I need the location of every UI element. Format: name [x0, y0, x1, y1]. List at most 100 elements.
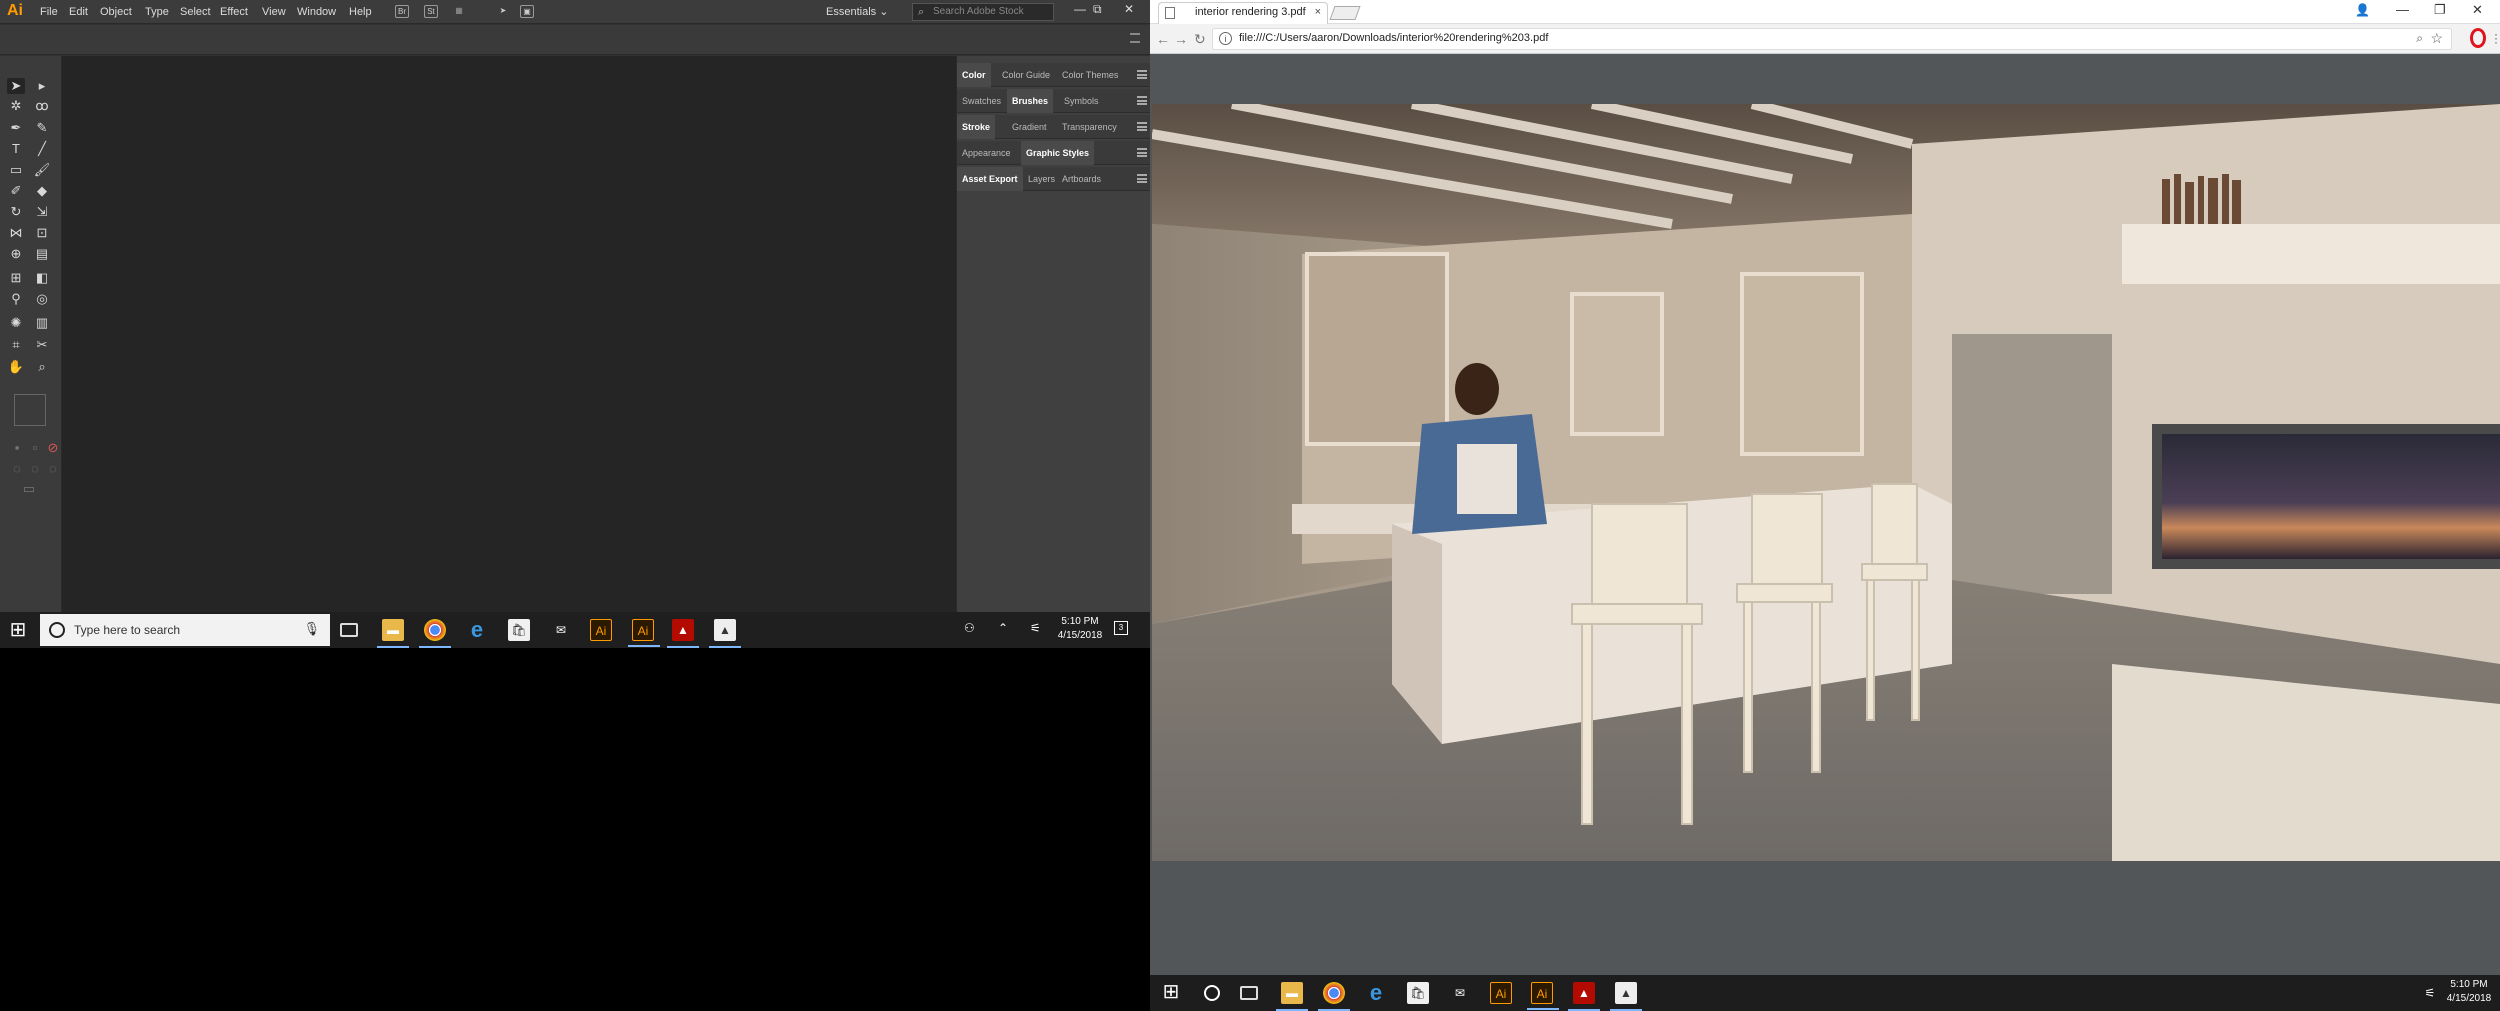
shape-builder-tool-icon[interactable]: ⊕ — [7, 246, 25, 262]
store-icon[interactable]: 🛍 — [1407, 982, 1429, 1004]
illustrator-icon[interactable]: Ai — [628, 619, 660, 647]
panel-menu-icon[interactable] — [1137, 70, 1147, 79]
panel-menu-icon[interactable] — [1137, 148, 1147, 157]
notifications-icon[interactable]: 3 — [1114, 621, 1128, 635]
mail-icon[interactable]: ✉ — [1449, 982, 1471, 1004]
system-clock[interactable]: 5:10 PM 4/15/2018 — [1050, 615, 1110, 643]
artboard-tool-icon[interactable]: ⌗ — [7, 337, 25, 353]
tab-graphic-styles[interactable]: Graphic Styles — [1021, 141, 1095, 165]
tab-color-guide[interactable]: Color Guide — [997, 63, 1055, 87]
selection-tool-icon[interactable]: ➤ — [7, 78, 25, 94]
tab-gradient[interactable]: Gradient — [1007, 115, 1052, 139]
acrobat-icon[interactable]: ▲ — [667, 619, 699, 648]
chrome-icon[interactable] — [419, 619, 451, 648]
shaper-tool-icon[interactable]: ✐ — [7, 183, 25, 199]
panel-menu-icon[interactable] — [1137, 174, 1147, 183]
opera-extension-icon[interactable] — [2470, 28, 2486, 48]
file-explorer-icon[interactable]: ▬ — [1276, 982, 1308, 1011]
menu-object[interactable]: Object — [100, 6, 132, 18]
network-icon[interactable]: ⚟ — [1030, 621, 1041, 635]
illustrator-icon[interactable]: Ai — [590, 619, 612, 641]
store-icon[interactable]: 🛍 — [508, 619, 530, 641]
gradient-tool-icon[interactable]: ◧ — [33, 270, 51, 286]
minimize-button[interactable]: — — [1074, 2, 1086, 16]
menu-window[interactable]: Window — [297, 6, 336, 18]
eraser-tool-icon[interactable]: ◆ — [33, 183, 51, 199]
task-view-icon[interactable] — [1240, 986, 1258, 1000]
more-menu-icon[interactable]: · · · — [2494, 28, 2498, 48]
layout-icon[interactable]: ▣ — [520, 5, 534, 18]
close-tab-icon[interactable]: × — [1315, 6, 1321, 18]
line-tool-icon[interactable]: ╱ — [33, 141, 51, 157]
windows-start-icon[interactable]: ⊞ — [6, 618, 30, 642]
people-icon[interactable]: ⚇ — [964, 621, 975, 635]
artboard-canvas[interactable] — [62, 56, 956, 612]
chevron-up-icon[interactable]: ⌃ — [998, 621, 1008, 635]
adobe-stock-search[interactable]: ⌕ Search Adobe Stock — [912, 3, 1054, 21]
address-bar[interactable]: i file:///C:/Users/aaron/Downloads/inter… — [1212, 28, 2452, 50]
microphone-icon[interactable]: 🎙 — [303, 621, 320, 637]
slice-tool-icon[interactable]: ✂ — [33, 337, 51, 353]
paintbrush-tool-icon[interactable]: 🖌 — [33, 162, 51, 178]
bridge-button[interactable]: Br — [395, 5, 409, 18]
direct-selection-tool-icon[interactable]: ▸ — [33, 78, 51, 94]
fill-stroke-swatch-icon[interactable] — [14, 394, 46, 426]
tab-layers[interactable]: Layers — [1023, 167, 1060, 191]
mesh-tool-icon[interactable]: ⊞ — [7, 270, 25, 286]
tab-artboards[interactable]: Artboards — [1057, 167, 1106, 191]
draw-normal-icon[interactable]: ◌ — [8, 461, 26, 477]
info-icon[interactable]: i — [1219, 32, 1232, 45]
search-icon[interactable]: ⌕ — [2416, 31, 2423, 46]
menu-help[interactable]: Help — [349, 6, 372, 18]
tab-transparency[interactable]: Transparency — [1057, 115, 1122, 139]
browser-tab[interactable]: interior rendering 3.pdf × — [1158, 2, 1328, 24]
profile-icon[interactable]: 👤 — [2355, 3, 2370, 17]
menu-effect[interactable]: Effect — [220, 6, 248, 18]
close-button[interactable]: ✕ — [2472, 2, 2483, 18]
chrome-icon[interactable] — [1318, 982, 1350, 1011]
cortana-icon[interactable] — [1204, 985, 1220, 1001]
panel-menu-icon[interactable] — [1137, 96, 1147, 105]
hand-tool-icon[interactable]: ✋ — [7, 359, 25, 375]
menu-file[interactable]: File — [40, 6, 58, 18]
menu-select[interactable]: Select — [180, 6, 211, 18]
system-clock[interactable]: 5:10 PM 4/15/2018 — [2440, 978, 2498, 1006]
back-icon[interactable]: ← — [1156, 31, 1170, 47]
edge-icon[interactable]: e — [466, 619, 488, 641]
curvature-tool-icon[interactable]: ✎ — [33, 120, 51, 136]
mail-icon[interactable]: ✉ — [550, 619, 572, 641]
bookmark-star-icon[interactable]: ☆ — [2430, 30, 2443, 47]
none-mode-icon[interactable]: ⊘ — [44, 440, 62, 456]
close-button[interactable]: ✕ — [1124, 2, 1134, 16]
tab-asset-export[interactable]: Asset Export — [957, 167, 1023, 191]
perspective-grid-tool-icon[interactable]: ▤ — [33, 246, 51, 262]
rectangle-tool-icon[interactable]: ▭ — [7, 162, 25, 178]
tab-color[interactable]: Color — [957, 63, 991, 87]
restore-button[interactable]: ⧉ — [1093, 2, 1102, 17]
tab-symbols[interactable]: Symbols — [1059, 89, 1104, 113]
forward-icon[interactable]: → — [1174, 31, 1188, 47]
zoom-tool-icon[interactable]: ⌕ — [33, 359, 51, 375]
blend-tool-icon[interactable]: ◎ — [33, 291, 51, 307]
workspace-switcher[interactable]: Essentials ⌄ — [826, 3, 896, 21]
lasso-tool-icon[interactable]: ꝏ — [33, 98, 51, 114]
illustrator-icon[interactable]: Ai — [1527, 982, 1559, 1010]
arrange-documents-icon[interactable]: ▦ — [452, 5, 466, 18]
menu-view[interactable]: View — [262, 6, 286, 18]
panel-menu-icon[interactable] — [1137, 122, 1147, 131]
control-bar-menu-icon[interactable] — [1130, 33, 1140, 43]
tab-stroke[interactable]: Stroke — [957, 115, 996, 139]
tab-brushes[interactable]: Brushes — [1007, 89, 1054, 113]
menu-type[interactable]: Type — [145, 6, 169, 18]
tab-swatches[interactable]: Swatches — [957, 89, 1006, 113]
gradient-mode-icon[interactable]: ▫ — [26, 440, 44, 456]
gpu-performance-icon[interactable]: ➤ — [496, 5, 510, 18]
color-mode-icon[interactable]: ▪ — [8, 440, 26, 456]
stock-button[interactable]: St — [424, 5, 438, 18]
tab-color-themes[interactable]: Color Themes — [1057, 63, 1123, 87]
new-tab-button[interactable] — [1329, 6, 1361, 20]
draw-inside-icon[interactable]: ◌ — [44, 461, 62, 477]
scale-tool-icon[interactable]: ⇲ — [33, 204, 51, 220]
screen-mode-icon[interactable]: ▭ — [20, 481, 38, 497]
rotate-tool-icon[interactable]: ↻ — [7, 204, 25, 220]
